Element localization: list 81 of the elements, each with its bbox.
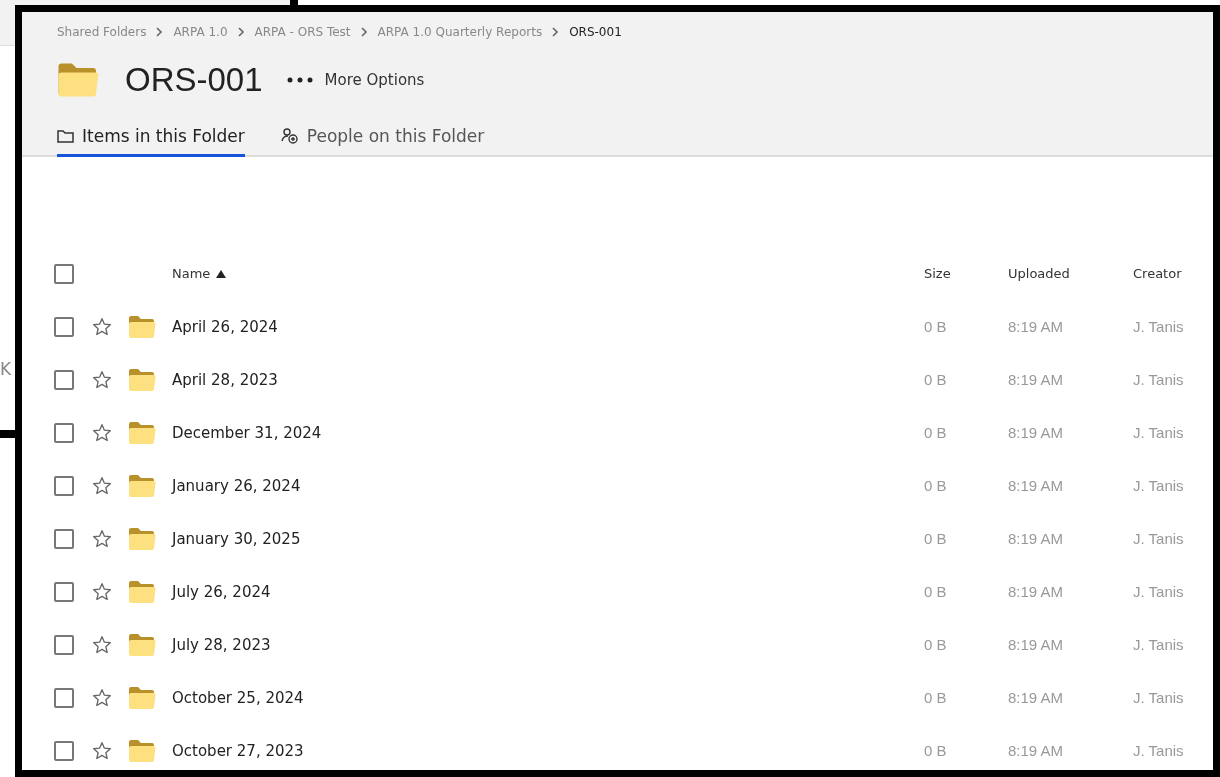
uploaded-cell-text: 8:19 AM [1008,689,1065,706]
uploaded-cell-text: 8:19 AM [1008,424,1065,441]
size-cell-text: 0 B [924,424,948,441]
uploaded-cell-text: 8:19 AM [1008,742,1065,759]
folder-name[interactable]: July 26, 2024 [172,582,924,601]
checkbox[interactable] [54,422,74,443]
star-icon[interactable] [92,581,112,602]
folder-icon [57,62,99,98]
folder-name[interactable]: April 28, 2023 [172,370,924,389]
checkbox[interactable] [54,263,74,284]
checkbox[interactable] [54,316,74,337]
creator-cell-text: J. Tanis [1133,530,1185,547]
checkbox[interactable] [54,687,74,708]
creator-cell-text: J. Tanis [1133,477,1185,494]
size-cell-text: 0 B [924,530,948,547]
creator-cell-text: J. Tanis [1133,371,1185,388]
column-header[interactable]: Uploaded [1008,266,1133,281]
folder-icon [128,473,156,498]
size-cell-text: 0 B [924,318,948,335]
star-icon[interactable] [92,634,112,655]
folder-name[interactable]: October 25, 2024 [172,688,924,707]
creator-cell-text: J. Tanis [1133,424,1185,441]
folder-name[interactable]: July 28, 2023 [172,635,924,654]
more-icon [286,77,313,83]
uploaded-cell-text: 8:19 AM [1008,477,1065,494]
folder-icon [128,420,156,445]
creator-cell-text: J. Tanis [1133,689,1185,706]
folder-name[interactable]: January 30, 2025 [172,529,924,548]
uploaded-cell-text: 8:19 AM [1008,530,1065,547]
uploaded-cell-text: 8:19 AM [1008,318,1065,335]
uploaded-cell-text: 8:19 AM [1008,583,1065,600]
folder-icon [128,738,156,763]
tab[interactable]: Items in this Folder [57,126,245,157]
folder-icon [128,314,156,339]
folder-icon [128,526,156,551]
star-icon[interactable] [92,687,112,708]
folder-icon [128,367,156,392]
uploaded-cell-text: 8:19 AM [1008,371,1065,388]
uploaded-cell-text: 8:19 AM [1008,636,1065,653]
column-header[interactable]: Name [172,266,924,281]
folder-icon [128,685,156,710]
size-cell-text: 0 B [924,583,948,600]
chevron-icon [156,27,164,37]
creator-cell-text: J. Tanis [1133,583,1185,600]
size-cell-text: 0 B [924,371,948,388]
size-cell-text: 0 B [924,636,948,653]
folder-name[interactable]: October 27, 2023 [172,741,924,760]
more-options-button[interactable]: More Options [286,71,425,89]
star-icon[interactable] [92,528,112,549]
star-icon[interactable] [92,475,112,496]
creator-cell-text: J. Tanis [1133,636,1185,653]
person-add-icon [280,128,299,144]
tab[interactable]: People on this Folder [280,126,485,157]
size-cell-text: 0 B [924,689,948,706]
star-icon[interactable] [92,369,112,390]
column-header[interactable]: Creator [1133,266,1213,281]
checkbox[interactable] [54,369,74,390]
folder-name[interactable]: December 31, 2024 [172,423,924,442]
chevron-icon [237,27,245,37]
folder-title: ORS-001 [125,61,263,99]
column-header[interactable]: Size [924,266,1008,281]
size-cell-text: 0 B [924,477,948,494]
breadcrumb-link[interactable]: ORS-001 [569,25,622,39]
star-icon[interactable] [92,316,112,337]
chevron-icon [552,27,560,37]
star-icon[interactable] [92,740,112,761]
creator-cell-text: J. Tanis [1133,742,1185,759]
checkbox[interactable] [54,634,74,655]
creator-cell-text: J. Tanis [1133,318,1185,335]
star-icon[interactable] [92,422,112,443]
folder-name[interactable]: April 26, 2024 [172,317,924,336]
folder-icon [128,632,156,657]
folder-icon [128,579,156,604]
folder-icon [57,129,74,143]
folder-name[interactable]: January 26, 2024 [172,476,924,495]
checkbox[interactable] [54,581,74,602]
size-cell-text: 0 B [924,742,948,759]
checkbox[interactable] [54,740,74,761]
checkbox[interactable] [54,528,74,549]
checkbox[interactable] [54,475,74,496]
chevron-icon [360,27,368,37]
